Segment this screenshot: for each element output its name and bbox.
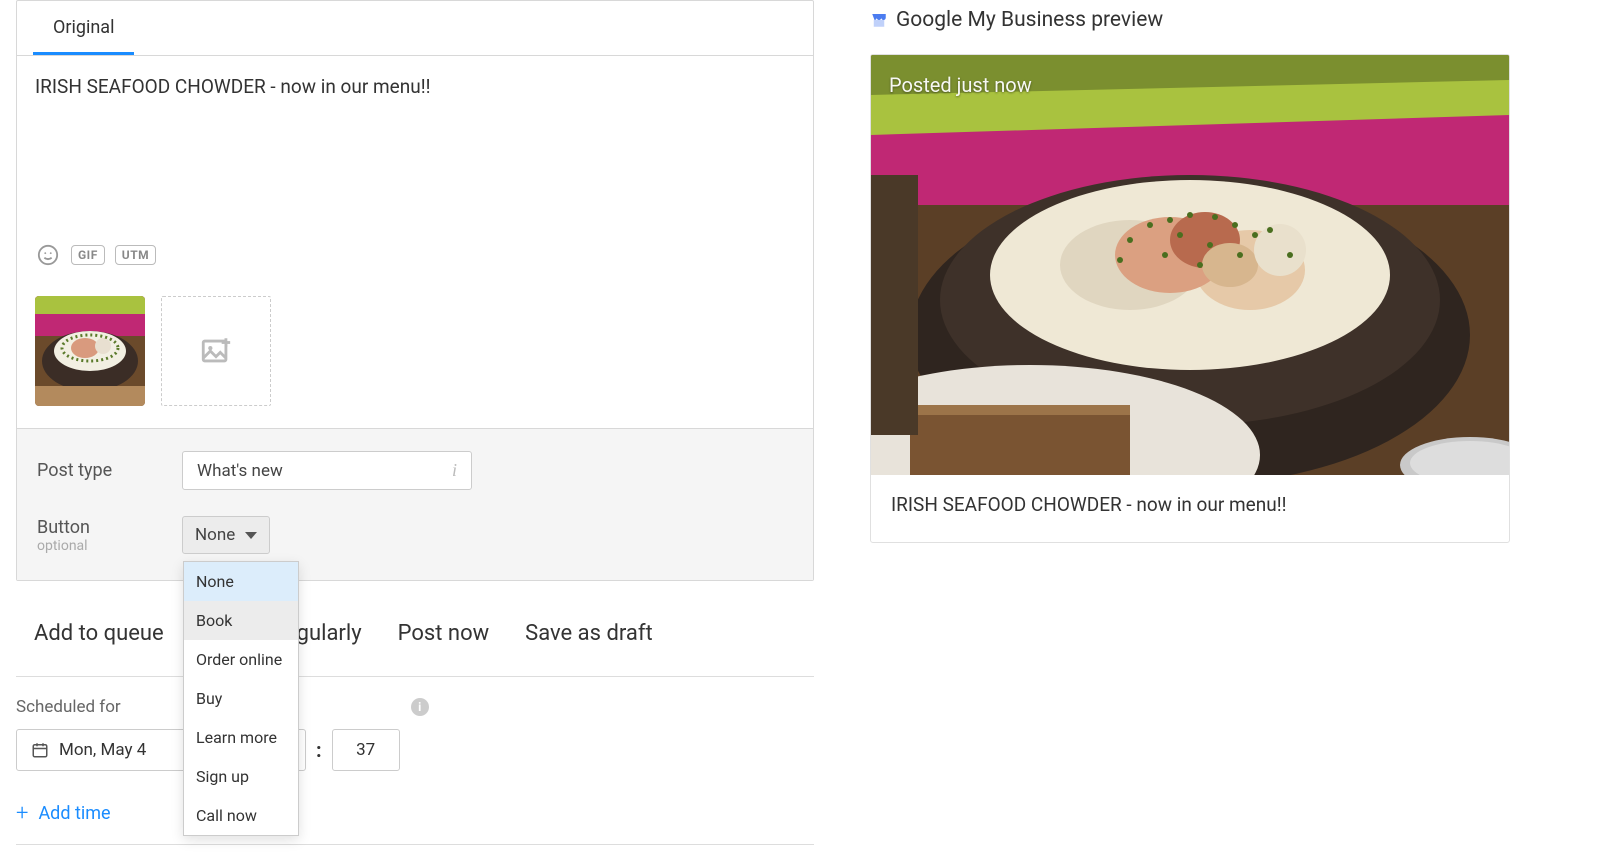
tab-original[interactable]: Original [33,1,134,55]
time-colon: : [316,738,322,762]
dropdown-option-learn-more[interactable]: Learn more [184,718,298,757]
add-time-label: Add time [38,803,110,824]
divider [16,844,814,845]
editor-toolbar: GIF UTM [35,242,795,268]
add-media-button[interactable] [161,296,271,406]
chevron-down-icon [245,532,257,539]
dropdown-option-buy[interactable]: Buy [184,679,298,718]
dropdown-option-sign-up[interactable]: Sign up [184,757,298,796]
info-icon: i [452,460,457,481]
action-post-now[interactable]: Post now [398,621,490,662]
utm-badge[interactable]: UTM [115,245,156,265]
button-select-value: None [195,525,235,545]
dropdown-option-order-online[interactable]: Order online [184,640,298,679]
post-type-label: Post type [37,460,182,481]
gmb-preview-card: Posted just now IRISH SEAFOOD CHOWDER - … [870,54,1510,543]
scheduled-for-label: Scheduled for [16,697,121,717]
button-label: Button [37,517,90,538]
gif-badge[interactable]: GIF [71,245,105,265]
schedule-minute-value: 37 [356,740,375,760]
media-row [17,280,813,428]
info-icon[interactable]: i [411,698,429,716]
media-thumbnail[interactable] [35,296,145,406]
preview-title: Google My Business preview [896,8,1163,32]
post-type-select[interactable]: What's new i [182,451,472,490]
dropdown-option-none[interactable]: None [184,562,298,601]
button-sublabel: optional [37,538,182,554]
action-save-as-draft[interactable]: Save as draft [525,621,653,662]
button-label-wrap: Button optional [37,517,182,554]
emoji-icon[interactable] [35,242,61,268]
button-dropdown: None Book Order online Buy Learn more Si… [183,561,299,836]
action-add-to-queue[interactable]: Add to queue [34,621,164,662]
post-text-area[interactable]: IRISH SEAFOOD CHOWDER - now in our menu!… [35,74,795,234]
preview-caption: IRISH SEAFOOD CHOWDER - now in our menu!… [871,475,1509,542]
post-options: Post type What's new i Button optional N… [17,428,813,580]
add-time-button[interactable]: + Add time [16,801,111,826]
schedule-block: Scheduled for i Mon, May 4 : 37 + Add ti… [16,677,814,863]
preview-image: Posted just now [871,55,1509,475]
gmb-icon [870,11,888,29]
plus-icon: + [16,801,28,826]
publish-actions: Add to queue Publish regularly Post now … [16,581,814,677]
schedule-date-value: Mon, May 4 [59,740,146,760]
preview-overlay-label: Posted just now [889,73,1032,97]
calendar-icon [31,741,49,759]
tab-bar: Original [17,1,813,56]
editor-card: Original IRISH SEAFOOD CHOWDER - now in … [16,0,814,581]
button-select[interactable]: None None Book Order online Buy Learn mo… [182,516,270,554]
dropdown-option-book[interactable]: Book [184,601,298,640]
dropdown-option-call-now[interactable]: Call now [184,796,298,835]
preview-title-row: Google My Business preview [870,8,1560,32]
schedule-minute-input[interactable]: 37 [332,729,400,771]
post-type-value: What's new [197,461,283,481]
